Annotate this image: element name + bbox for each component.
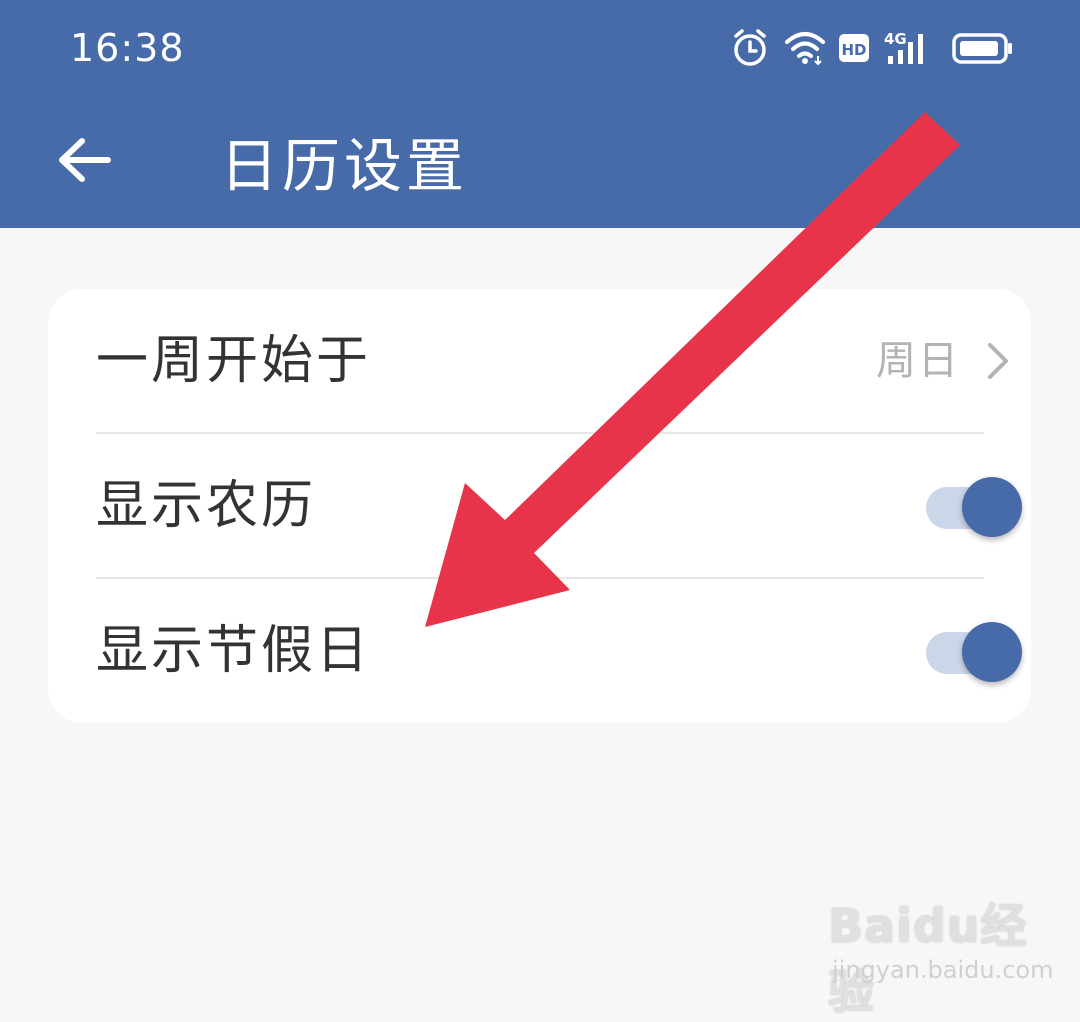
hd-icon: HD	[838, 28, 870, 72]
status-bar: 16:38 HD 4G	[0, 0, 1080, 100]
week-start-row[interactable]: 一周开始于 周日	[96, 289, 1032, 434]
show-holidays-toggle[interactable]	[926, 622, 1022, 684]
page-title: 日历设置	[220, 132, 469, 200]
watermark: Baidu经验 jingyan.baidu.com	[828, 890, 1053, 1019]
show-holidays-row: 显示节假日	[96, 579, 1032, 724]
status-icons: HD 4G	[732, 28, 1014, 68]
wifi-icon	[784, 28, 826, 72]
battery-icon	[952, 28, 1014, 72]
week-start-value: 周日	[876, 338, 960, 384]
svg-text:4G: 4G	[884, 30, 907, 48]
toggle-knob	[962, 477, 1022, 537]
4g-signal-icon: 4G	[884, 28, 930, 72]
app-header: 日历设置	[0, 100, 1080, 228]
back-arrow-icon	[56, 136, 112, 188]
status-time: 16:38	[70, 26, 185, 70]
watermark-url: jingyan.baidu.com	[832, 956, 1054, 984]
alarm-icon	[732, 28, 768, 72]
chevron-right-icon	[980, 341, 1014, 381]
back-button[interactable]	[52, 130, 116, 194]
show-lunar-toggle[interactable]	[926, 477, 1022, 539]
show-lunar-row: 显示农历	[96, 434, 1032, 579]
show-holidays-label: 显示节假日	[96, 621, 372, 681]
show-lunar-label: 显示农历	[96, 476, 317, 536]
week-start-label: 一周开始于	[96, 331, 372, 391]
svg-text:HD: HD	[841, 41, 866, 59]
settings-card: 一周开始于 周日 显示农历 显示节假日	[48, 289, 1031, 723]
toggle-knob	[962, 622, 1022, 682]
